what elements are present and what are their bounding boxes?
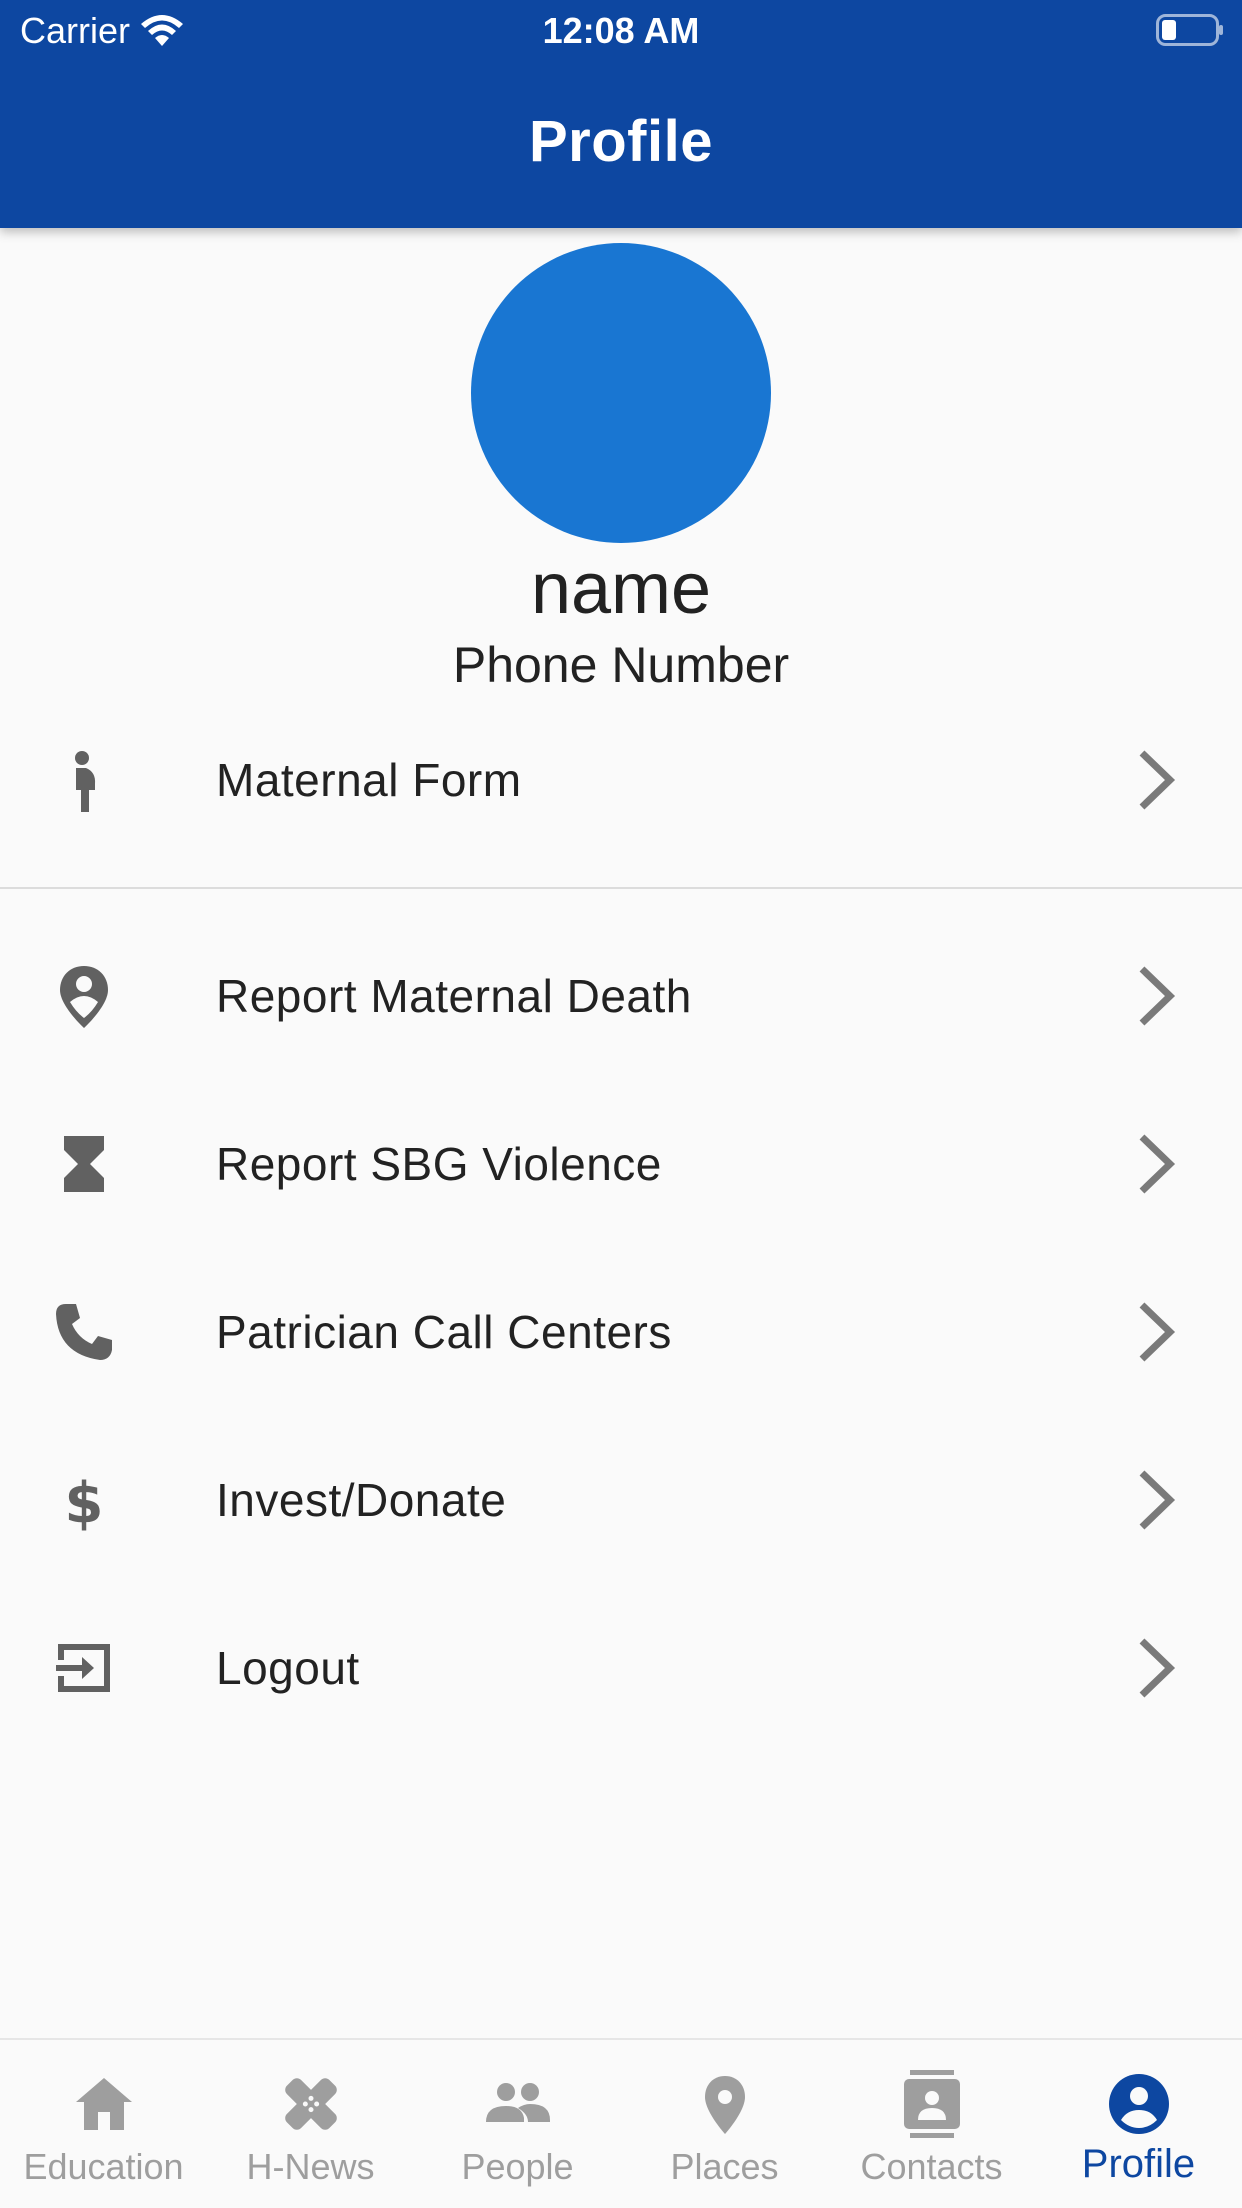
exit-icon (48, 1632, 120, 1704)
chevron-right-icon (1139, 1638, 1176, 1698)
hourglass-icon (48, 1128, 120, 1200)
nav-label: H-News (246, 2146, 375, 2187)
chevron-right-icon (1139, 1302, 1176, 1362)
menu-item-label: Logout (216, 1642, 360, 1694)
menu-item-report-maternal-death[interactable]: Report Maternal Death (0, 921, 1242, 1071)
status-time: 12:08 AM (542, 10, 700, 51)
nav-item-places[interactable]: Places (621, 2040, 828, 2208)
menu-item-patrician-call-centers[interactable]: Patrician Call Centers (0, 1257, 1242, 1407)
battery-icon (1156, 14, 1223, 46)
menu-item-logout[interactable]: Logout (0, 1593, 1242, 1743)
chevron-right-icon (1139, 750, 1176, 810)
page-title: Profile (529, 109, 713, 174)
contacts-icon (896, 2068, 968, 2140)
people-icon (482, 2068, 554, 2140)
nav-label: People (461, 2146, 574, 2187)
nav-item-profile[interactable]: Profile (1035, 2040, 1242, 2208)
nav-label: Contacts (860, 2146, 1003, 2187)
nav-item-education[interactable]: Education (0, 2040, 207, 2208)
avatar[interactable] (471, 243, 771, 543)
menu-item-label: Patrician Call Centers (216, 1306, 672, 1358)
chevron-right-icon (1139, 966, 1176, 1026)
bottom-navigation: Education H-News People Places Contacts … (0, 2038, 1242, 2208)
menu-item-invest-donate[interactable]: $ Invest/Donate (0, 1425, 1242, 1575)
bandage-icon (275, 2068, 347, 2140)
nav-label: Profile (1081, 2142, 1196, 2186)
menu-item-report-sbg-violence[interactable]: Report SBG Violence (0, 1089, 1242, 1239)
location-person-icon (48, 960, 120, 1032)
app-bar: Carrier 12:08 AM Profile (0, 0, 1242, 228)
menu-item-maternal-form[interactable]: Maternal Form (0, 705, 1242, 855)
menu-item-label: Report SBG Violence (216, 1138, 662, 1190)
dollar-icon: $ (48, 1464, 120, 1536)
profile-phone: Phone Number (452, 637, 790, 693)
nav-item-people[interactable]: People (414, 2040, 621, 2208)
menu-item-label: Maternal Form (216, 754, 522, 806)
nav-label: Education (23, 2146, 184, 2187)
profile-name: name (530, 549, 712, 629)
place-icon (689, 2068, 761, 2140)
nav-item-h-news[interactable]: H-News (207, 2040, 414, 2208)
menu-item-label: Report Maternal Death (216, 970, 692, 1022)
account-circle-icon (1103, 2068, 1175, 2140)
chevron-right-icon (1139, 1134, 1176, 1194)
divider (0, 887, 1242, 889)
pregnant-woman-icon (48, 744, 120, 816)
home-icon (68, 2068, 140, 2140)
chevron-right-icon (1139, 1470, 1176, 1530)
phone-icon (48, 1296, 120, 1368)
nav-item-contacts[interactable]: Contacts (828, 2040, 1035, 2208)
svg-text:$: $ (65, 1471, 104, 1536)
nav-label: Places (670, 2146, 779, 2187)
menu-item-label: Invest/Donate (216, 1474, 507, 1526)
